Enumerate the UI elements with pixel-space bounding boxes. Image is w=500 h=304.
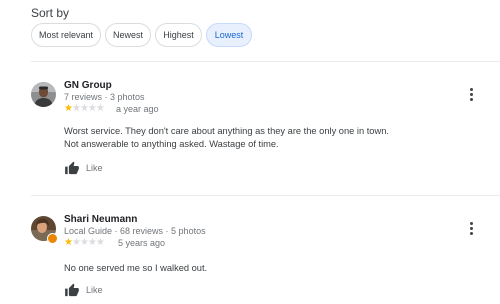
star-rating: ★★★★★: [64, 103, 105, 114]
sort-chip-most-relevant[interactable]: Most relevant: [31, 23, 101, 47]
review-time: 5 years ago: [118, 238, 166, 248]
star-empty-icon: ★: [95, 103, 105, 114]
star-empty-icon: ★: [95, 237, 105, 248]
reviewer-stats: 7 reviews · 3 photos: [64, 92, 145, 102]
more-options-icon[interactable]: [468, 222, 474, 236]
star-empty-icon: ★: [79, 103, 89, 114]
review-card: GN Group 7 reviews · 3 photos ★★★★★ a ye…: [31, 80, 500, 182]
like-button[interactable]: Like: [64, 160, 124, 178]
sort-chip-newest[interactable]: Newest: [105, 23, 151, 47]
sort-label: Sort by: [31, 6, 70, 20]
more-options-icon[interactable]: [468, 88, 474, 102]
like-button[interactable]: Like: [64, 282, 124, 300]
like-label: Like: [86, 163, 103, 173]
reviewer-name[interactable]: Shari Neumann: [64, 214, 137, 225]
reviewer-stats: Local Guide · 68 reviews · 5 photos: [64, 226, 206, 236]
star-filled-icon: ★: [64, 237, 73, 248]
star-empty-icon: ★: [71, 103, 81, 114]
reviewer-name[interactable]: GN Group: [64, 80, 112, 91]
star-filled-icon: ★: [64, 103, 73, 114]
sort-chip-lowest[interactable]: Lowest: [206, 23, 252, 47]
sort-chip-highest[interactable]: Highest: [155, 23, 202, 47]
star-empty-icon: ★: [79, 237, 89, 248]
thumbs-up-icon: [65, 161, 79, 175]
reviewer-avatar[interactable]: [31, 82, 56, 107]
like-label: Like: [86, 285, 103, 295]
thumbs-up-icon: [65, 283, 79, 297]
star-rating: ★★★★★: [64, 237, 105, 248]
review-text: No one served me so I walked out.: [64, 263, 208, 273]
review-time: a year ago: [116, 104, 159, 114]
star-empty-icon: ★: [87, 237, 97, 248]
local-guide-badge-icon: [47, 233, 58, 244]
review-divider: [31, 195, 500, 196]
review-card: Shari Neumann Local Guide · 68 reviews ·…: [31, 214, 500, 304]
star-empty-icon: ★: [71, 237, 81, 248]
star-empty-icon: ★: [87, 103, 97, 114]
section-divider: [31, 61, 500, 62]
review-text: Worst service. They don't care about any…: [64, 126, 389, 149]
